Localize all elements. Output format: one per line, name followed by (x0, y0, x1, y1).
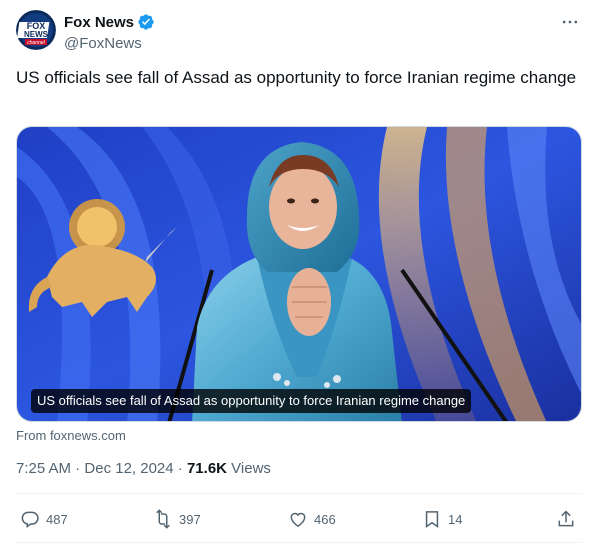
like-button[interactable]: 466 (288, 505, 336, 533)
repost-icon (156, 509, 170, 529)
card-image (17, 127, 581, 421)
tweet-time[interactable]: 7:25 AM (16, 460, 71, 477)
author-display-name[interactable]: Fox News (64, 14, 134, 31)
avatar-news-text: NEWS (24, 30, 49, 39)
reply-count: 487 (46, 511, 68, 527)
tweet-header: FOX NEWS channel Fox News @FoxNews (16, 10, 582, 54)
reply-button[interactable]: 487 (20, 505, 68, 533)
repost-count: 397 (179, 511, 201, 527)
views-label: Views (231, 460, 271, 477)
link-card[interactable]: US officials see fall of Assad as opport… (16, 126, 582, 422)
bookmark-count: 14 (448, 511, 463, 527)
avatar[interactable]: FOX NEWS channel (16, 10, 56, 50)
verified-icon[interactable] (137, 13, 155, 31)
meta-separator: · (173, 460, 187, 477)
card-source-link[interactable]: From foxnews.com (16, 428, 126, 444)
tweet-date[interactable]: Dec 12, 2024 (84, 460, 173, 477)
action-bar: 487 397 466 14 (16, 505, 582, 533)
bookmark-button[interactable]: 14 (422, 505, 462, 533)
divider (16, 493, 582, 494)
like-count: 466 (314, 511, 336, 527)
author-info: Fox News @FoxNews (64, 12, 155, 54)
avatar-channel-text: channel (27, 40, 45, 46)
tweet-text: US officials see fall of Assad as opport… (16, 68, 577, 87)
author-handle[interactable]: @FoxNews (64, 34, 155, 54)
meta-separator: · (71, 460, 85, 477)
share-button[interactable] (556, 505, 576, 533)
repost-button[interactable]: 397 (153, 505, 201, 533)
share-icon (558, 510, 574, 527)
card-caption: US officials see fall of Assad as opport… (31, 389, 472, 413)
like-icon (290, 512, 306, 527)
bookmark-icon (425, 511, 439, 528)
reply-icon (21, 511, 39, 528)
views-count: 71.6K (186, 460, 227, 477)
more-icon (562, 20, 578, 24)
tweet-meta: 7:25 AM · Dec 12, 2024 · 71.6K Views (16, 459, 271, 479)
more-button[interactable] (558, 12, 582, 32)
